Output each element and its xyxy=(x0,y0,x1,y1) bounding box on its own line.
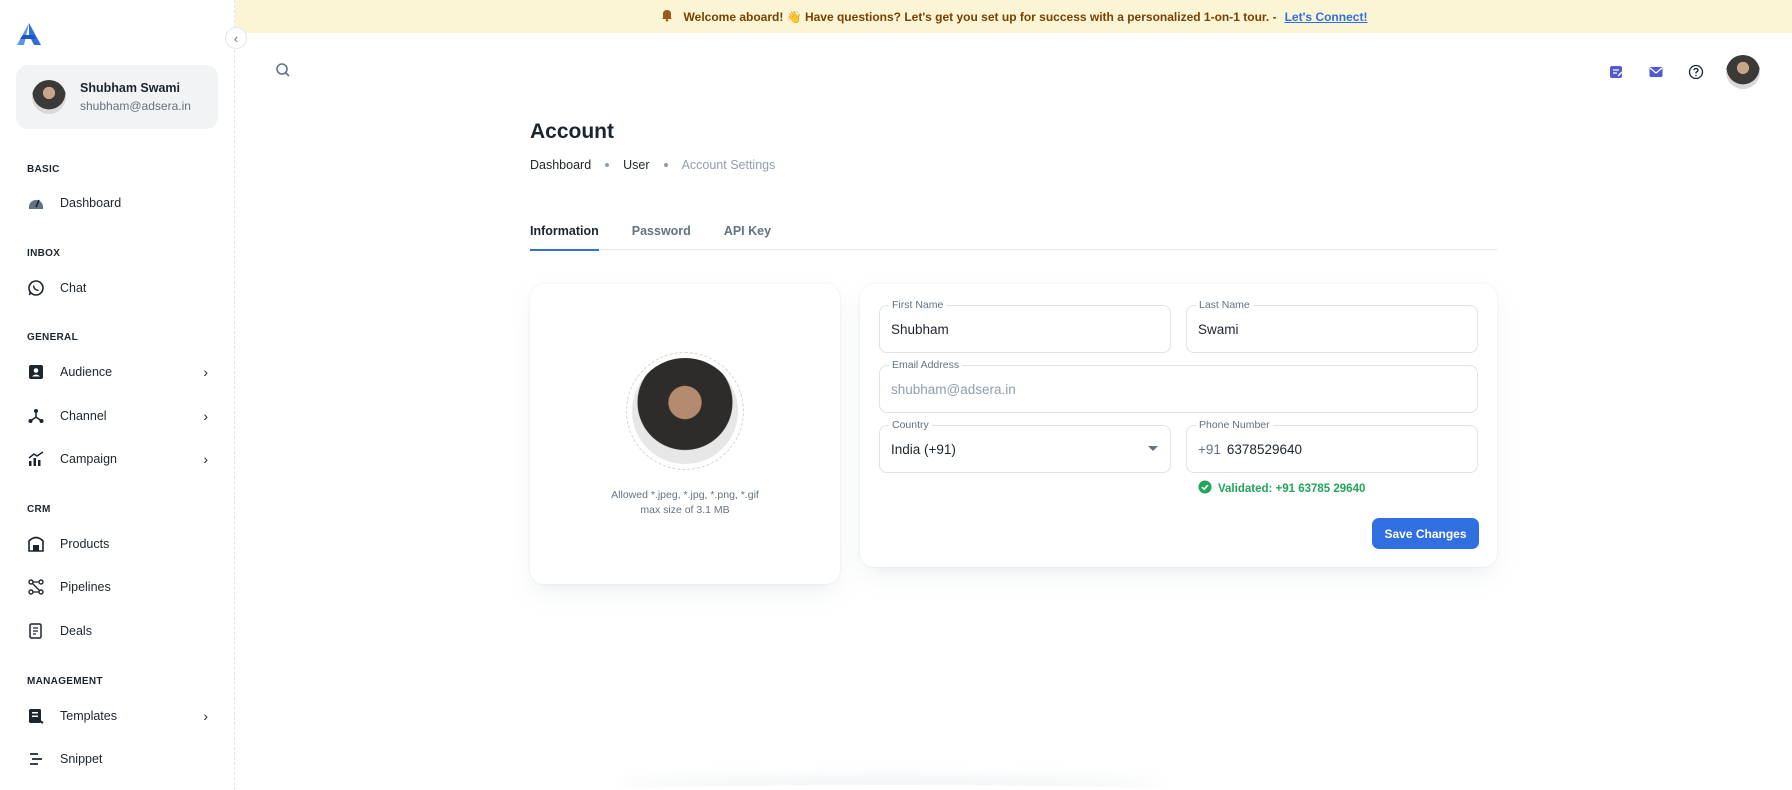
chevron-right-icon: › xyxy=(203,708,208,724)
sidebar-item-label: Templates xyxy=(60,709,117,723)
phone-prefix: +91 xyxy=(1198,441,1221,457)
country-value: India (+91) xyxy=(891,441,956,457)
nav-section-management: MANAGEMENT xyxy=(27,676,103,687)
phone-field[interactable]: Phone Number +91 6378529640 xyxy=(1186,419,1478,473)
snippet-icon xyxy=(26,749,46,769)
dashboard-icon xyxy=(26,193,46,213)
sidebar-item-label: Pipelines xyxy=(60,580,111,594)
banner-text: Welcome aboard! 👋 Have questions? Let's … xyxy=(683,9,1277,24)
sidebar-item-snippet[interactable]: Snippet xyxy=(26,742,212,776)
bottom-card-shadow xyxy=(620,785,1160,790)
bell-icon xyxy=(660,8,674,25)
help-icon[interactable] xyxy=(1686,62,1706,82)
sidebar-item-label: Campaign xyxy=(60,452,117,466)
avatar xyxy=(32,80,66,114)
country-label: Country xyxy=(889,419,932,431)
sidebar-item-label: Channel xyxy=(60,409,107,423)
breadcrumb-user[interactable]: User xyxy=(623,158,649,172)
sidebar-item-label: Dashboard xyxy=(60,196,122,210)
avatar[interactable] xyxy=(1726,55,1760,89)
collapse-sidebar-button[interactable]: ‹ xyxy=(225,27,247,49)
photo-hint: Allowed *.jpeg, *.jpg, *.png, *.gif max … xyxy=(530,488,840,518)
page-title: Account xyxy=(530,120,614,143)
first-name-field[interactable]: First Name Shubham xyxy=(879,299,1171,353)
sidebar-item-label: Deals xyxy=(60,624,92,638)
nav-section-basic: BASIC xyxy=(27,164,60,175)
first-name-value: Shubham xyxy=(891,321,949,337)
sidebar-item-products[interactable]: Products xyxy=(26,527,212,561)
channel-icon xyxy=(26,406,46,426)
first-name-label: First Name xyxy=(889,299,947,311)
phone-label: Phone Number xyxy=(1196,419,1273,431)
sidebar-item-label: Audience xyxy=(60,365,113,379)
profile-photo xyxy=(632,358,738,464)
sidebar-item-deals[interactable]: Deals xyxy=(26,614,212,648)
photo-hint-size: max size of 3.1 MB xyxy=(640,504,730,516)
sidebar-item-campaign[interactable]: Campaign › xyxy=(26,442,212,476)
email-label: Email Address xyxy=(889,359,963,371)
breadcrumb-account-settings: Account Settings xyxy=(681,158,776,172)
chevron-right-icon: › xyxy=(203,451,208,467)
nav-section-general: GENERAL xyxy=(27,332,78,343)
last-name-value: Swami xyxy=(1198,321,1239,337)
last-name-field[interactable]: Last Name Swami xyxy=(1186,299,1478,353)
caret-down-icon xyxy=(1148,446,1158,451)
sidebar-item-label: Snippet xyxy=(60,752,103,766)
validated-text: Validated: +91 63785 29640 xyxy=(1218,482,1366,495)
document-icon xyxy=(26,621,46,641)
chart-growth-icon xyxy=(26,449,46,469)
welcome-banner: Welcome aboard! 👋 Have questions? Let's … xyxy=(235,0,1792,33)
photo-upload[interactable] xyxy=(626,352,744,470)
email-value: shubham@adsera.in xyxy=(891,381,1016,397)
nav-section-crm: CRM xyxy=(27,504,51,515)
tab-information[interactable]: Information xyxy=(530,212,599,251)
photo-hint-formats: Allowed *.jpeg, *.jpg, *.png, *.gif xyxy=(611,489,759,501)
logo-icon[interactable] xyxy=(16,22,42,46)
sidebar-item-dashboard[interactable]: Dashboard xyxy=(26,186,212,220)
notes-icon[interactable] xyxy=(1606,62,1626,82)
sidebar-item-pipelines[interactable]: Pipelines xyxy=(26,570,212,604)
phone-validated: Validated: +91 63785 29640 xyxy=(1198,480,1365,497)
breadcrumb: Dashboard User Account Settings xyxy=(530,158,775,172)
breadcrumb-dashboard[interactable]: Dashboard xyxy=(530,158,591,172)
chevron-right-icon: › xyxy=(203,408,208,424)
sidebar-item-label: Chat xyxy=(60,281,87,295)
breadcrumb-separator xyxy=(605,163,610,167)
email-field: Email Address shubham@adsera.in xyxy=(879,359,1478,413)
country-select[interactable]: Country India (+91) xyxy=(879,419,1171,473)
mail-icon[interactable] xyxy=(1646,62,1666,82)
sidebar: Shubham Swami shubham@adsera.in BASIC Da… xyxy=(0,0,235,790)
chevron-right-icon: › xyxy=(203,364,208,380)
last-name-label: Last Name xyxy=(1196,299,1253,311)
phone-value: 6378529640 xyxy=(1226,441,1302,457)
sidebar-item-audience[interactable]: Audience › xyxy=(26,355,212,389)
sidebar-item-chat[interactable]: Chat xyxy=(26,271,212,305)
nav-section-inbox: INBOX xyxy=(27,248,61,259)
photo-card: Allowed *.jpeg, *.jpg, *.png, *.gif max … xyxy=(530,284,840,584)
tab-api-key[interactable]: API Key xyxy=(724,212,771,250)
breadcrumb-separator xyxy=(663,163,668,167)
template-icon xyxy=(26,706,46,726)
store-icon xyxy=(26,534,46,554)
sidebar-item-channel[interactable]: Channel › xyxy=(26,399,212,433)
sidebar-item-templates[interactable]: Templates › xyxy=(26,699,212,733)
user-card[interactable]: Shubham Swami shubham@adsera.in xyxy=(16,65,218,129)
app-root: Shubham Swami shubham@adsera.in BASIC Da… xyxy=(0,0,1792,790)
tab-password[interactable]: Password xyxy=(632,212,691,250)
user-email: shubham@adsera.in xyxy=(80,99,191,113)
top-icons xyxy=(1606,55,1760,89)
whatsapp-icon xyxy=(26,278,46,298)
info-form-card: First Name Shubham Last Name Swami Email… xyxy=(860,284,1497,567)
user-name: Shubham Swami xyxy=(80,81,181,95)
lets-connect-link[interactable]: Let's Connect! xyxy=(1285,10,1368,24)
tabs: Information Password API Key xyxy=(530,212,1497,251)
check-circle-icon xyxy=(1198,480,1212,497)
search-icon[interactable] xyxy=(275,62,291,83)
contacts-icon xyxy=(26,362,46,382)
sidebar-item-label: Products xyxy=(60,537,110,551)
pipeline-icon xyxy=(26,577,46,597)
save-changes-button[interactable]: Save Changes xyxy=(1372,518,1479,549)
